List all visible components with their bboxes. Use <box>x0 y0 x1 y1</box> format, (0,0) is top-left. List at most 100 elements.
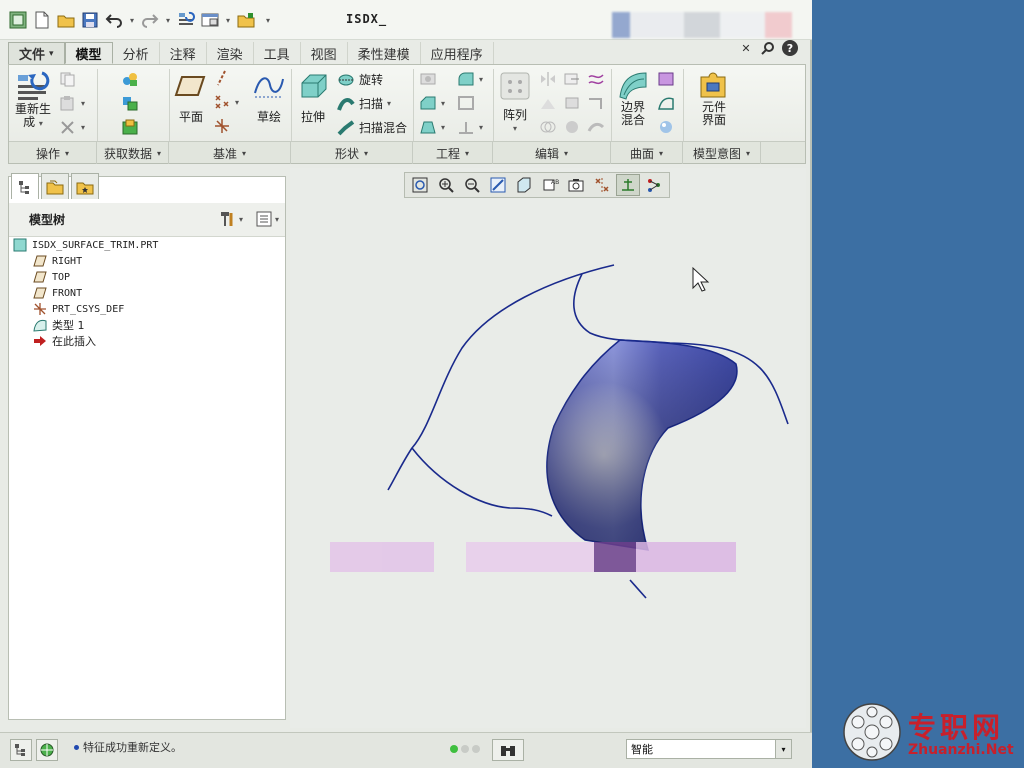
tab-folder-browser[interactable] <box>41 173 69 199</box>
tab-favorites[interactable] <box>71 173 99 199</box>
tree-show-button[interactable]: ▾ <box>255 210 279 228</box>
app-logo-icon[interactable] <box>8 10 28 30</box>
intersect-button[interactable] <box>539 119 557 135</box>
save-icon[interactable] <box>80 10 100 30</box>
tree-item-csys[interactable]: PRT_CSYS_DEF <box>13 301 281 317</box>
windows-icon[interactable] <box>200 10 220 30</box>
navigator-panel: 模型树 ▾ ▾ ISDX_SURFACE_TRIM.PRT RIGHT TOP … <box>8 173 286 720</box>
toggle-browser-button[interactable] <box>36 739 58 761</box>
chevron-down-icon: ▾ <box>38 119 43 128</box>
mirror-button[interactable] <box>539 71 557 87</box>
regenerate-button[interactable]: 重新生 成 ▾ <box>13 69 53 130</box>
offset-button[interactable] <box>587 95 605 111</box>
redo-dropdown-icon[interactable]: ▾ <box>164 16 172 25</box>
toggle-navigator-button[interactable] <box>10 739 32 761</box>
tab-annotate[interactable]: 注释 <box>160 42 207 64</box>
tree-item-insert-here[interactable]: 在此插入 <box>13 333 281 349</box>
graphics-window[interactable]: AB <box>290 168 806 728</box>
project-button[interactable] <box>587 71 605 87</box>
thicken-button[interactable] <box>587 119 605 135</box>
copy-geometry-button[interactable] <box>121 95 139 111</box>
component-interface-button[interactable]: 元件 界面 <box>689 69 739 127</box>
tab-flexible-modeling[interactable]: 柔性建模 <box>348 42 421 64</box>
coordinate-system-button[interactable] <box>213 117 231 135</box>
find-button[interactable] <box>492 739 524 761</box>
revolve-button[interactable]: 旋转 <box>337 71 383 88</box>
windows-dropdown-icon[interactable]: ▾ <box>224 16 232 25</box>
style-button[interactable] <box>657 95 675 111</box>
chevron-down-icon: ▾ <box>746 148 751 158</box>
copy-button[interactable] <box>59 71 77 87</box>
group-engineering[interactable]: 工程 ▾ <box>413 142 493 164</box>
trim-button[interactable] <box>539 95 557 111</box>
axis-button[interactable] <box>213 69 231 87</box>
model-tree-title: 模型树 <box>29 213 66 227</box>
sketch-button[interactable]: 草绘 <box>249 71 289 124</box>
tab-view[interactable]: 视图 <box>301 42 348 64</box>
close-window-folder-icon[interactable] <box>236 10 256 30</box>
group-operations[interactable]: 操作 ▾ <box>9 142 97 164</box>
sweep-button[interactable]: 扫描 ▾ <box>337 95 391 112</box>
paste-button[interactable]: ▾ <box>59 95 85 111</box>
new-file-icon[interactable] <box>32 10 52 30</box>
tree-root-item[interactable]: ISDX_SURFACE_TRIM.PRT <box>13 237 281 253</box>
solidify-button[interactable] <box>563 119 581 135</box>
tab-file[interactable]: 文件 ▾ <box>8 42 65 64</box>
swept-blend-button[interactable]: 扫描混合 <box>337 119 407 136</box>
redo-icon[interactable] <box>140 10 160 30</box>
tree-item-front[interactable]: FRONT <box>13 285 281 301</box>
undo-dropdown-icon[interactable]: ▾ <box>128 16 136 25</box>
undo-icon[interactable] <box>104 10 124 30</box>
tab-applications[interactable]: 应用程序 <box>421 42 494 64</box>
round-icon <box>458 72 474 86</box>
search-icon[interactable] <box>760 40 776 56</box>
chevron-down-icon: ▾ <box>659 148 664 158</box>
trimmed-surface[interactable] <box>546 339 738 551</box>
group-model-intent[interactable]: 模型意图 ▾ <box>683 142 761 164</box>
merge-button[interactable] <box>563 95 581 111</box>
group-editing[interactable]: 编辑 ▾ <box>493 142 611 164</box>
extrude-button[interactable]: 拉伸 <box>293 71 333 124</box>
freestyle-button[interactable] <box>657 119 675 135</box>
boundary-blend-button[interactable]: 边界 混合 <box>613 69 653 127</box>
tab-render[interactable]: 渲染 <box>207 42 254 64</box>
shrinkwrap-button[interactable] <box>121 119 139 135</box>
tree-item-label: TOP <box>52 271 71 283</box>
shell-button[interactable] <box>457 95 475 111</box>
plane-button[interactable]: 平面 <box>171 71 211 124</box>
tab-model-tree[interactable] <box>11 173 39 199</box>
point-button[interactable]: ▾ <box>213 93 239 111</box>
chamfer-button[interactable]: ▾ <box>419 95 445 111</box>
fill-button[interactable] <box>657 71 675 87</box>
draft-button[interactable]: ▾ <box>419 119 445 135</box>
merge-icon <box>565 97 579 109</box>
tab-tools[interactable]: 工具 <box>254 42 301 64</box>
group-surfaces[interactable]: 曲面 ▾ <box>611 142 683 164</box>
sketch-label: 草绘 <box>256 110 281 124</box>
rib-button[interactable]: ▾ <box>457 119 483 135</box>
customize-toolbar-icon[interactable]: ▾ <box>264 16 272 25</box>
hole-button[interactable] <box>419 71 437 87</box>
group-shapes[interactable]: 形状 ▾ <box>291 142 413 164</box>
user-defined-feature-button[interactable] <box>121 71 139 87</box>
group-get-data[interactable]: 获取数据 ▾ <box>97 142 169 164</box>
minimize-ribbon-icon[interactable]: ✕ <box>738 40 754 56</box>
delete-button[interactable]: ▾ <box>59 119 85 135</box>
tab-model[interactable]: 模型 <box>64 42 113 64</box>
regenerate-small-icon[interactable] <box>176 10 196 30</box>
selection-filter-select[interactable]: 智能 ▾ <box>626 739 792 759</box>
offset-icon <box>589 98 602 109</box>
round-button[interactable]: ▾ <box>457 71 483 87</box>
pattern-button[interactable]: 阵列 ▾ <box>495 71 535 135</box>
folder-browser-icon <box>46 180 64 194</box>
chevron-down-icon: ▾ <box>387 99 392 108</box>
help-icon[interactable]: ? <box>782 40 798 56</box>
tree-item-style-feature[interactable]: 类型 1 <box>13 317 281 333</box>
tab-analysis[interactable]: 分析 <box>113 42 160 64</box>
tree-item-right[interactable]: RIGHT <box>13 253 281 269</box>
group-datum[interactable]: 基准 ▾ <box>169 142 291 164</box>
open-folder-icon[interactable] <box>56 10 76 30</box>
extend-button[interactable] <box>563 71 581 87</box>
tree-settings-button[interactable]: ▾ <box>217 210 243 228</box>
tree-item-top[interactable]: TOP <box>13 269 281 285</box>
